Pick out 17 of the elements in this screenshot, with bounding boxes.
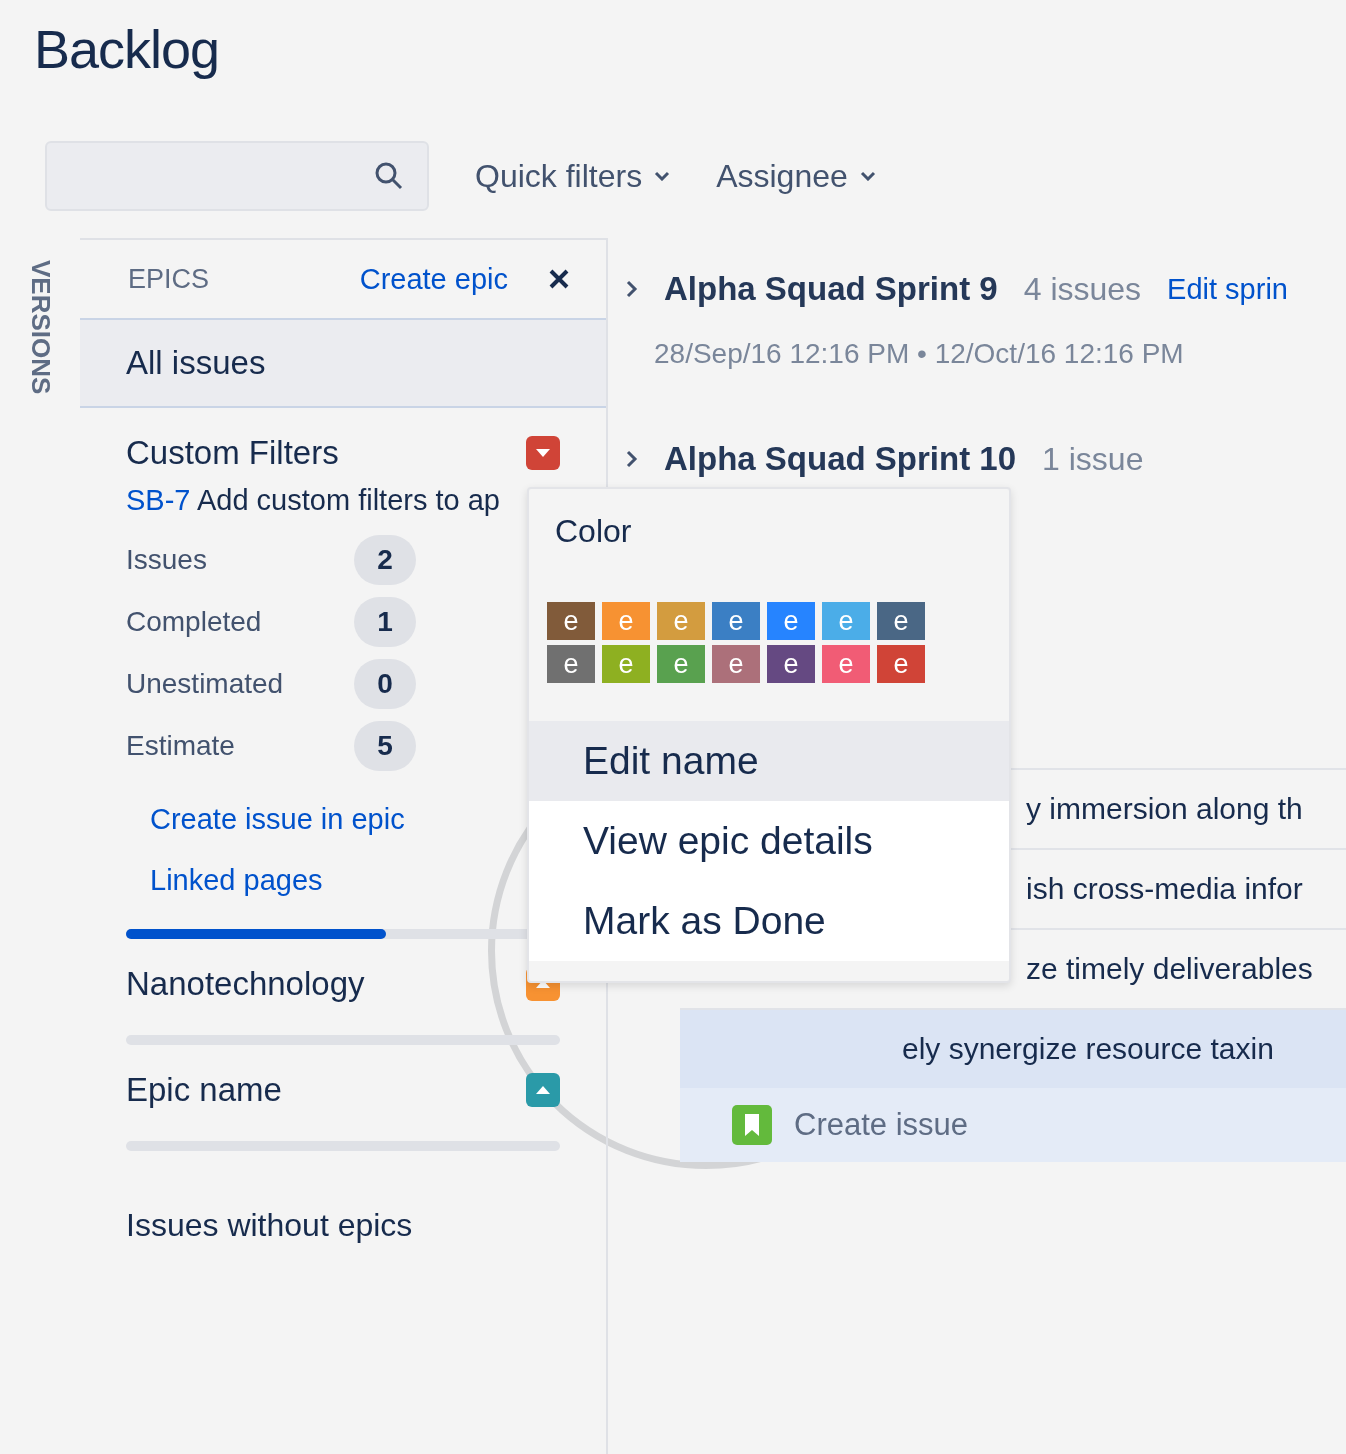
menu-heading: Color xyxy=(554,512,633,551)
stat-count: 5 xyxy=(354,721,416,771)
stat-count: 0 xyxy=(354,659,416,709)
sprint-name: Alpha Squad Sprint 10 xyxy=(664,440,1017,478)
issue-count: 4 issues xyxy=(1023,270,1142,308)
stat-label: Completed xyxy=(126,606,263,638)
sprint-name: Alpha Squad Sprint 9 xyxy=(664,270,998,308)
page-title: Backlog xyxy=(33,18,221,81)
panel-heading: EPICS xyxy=(128,263,211,295)
stat-label: Issues xyxy=(126,544,208,576)
stat-label: Unestimated xyxy=(126,668,285,700)
issue-count: 1 issue xyxy=(1042,440,1144,478)
epic-issue: SB-7 Add custom filters to ap xyxy=(126,484,501,517)
stat-label: Estimate xyxy=(126,730,236,762)
stat-count: 1 xyxy=(354,597,416,647)
stat-count: 2 xyxy=(354,535,416,585)
sprint-dates: 28/Sep/16 12:16 PM • 12/Oct/16 12:16 PM xyxy=(653,337,1185,370)
